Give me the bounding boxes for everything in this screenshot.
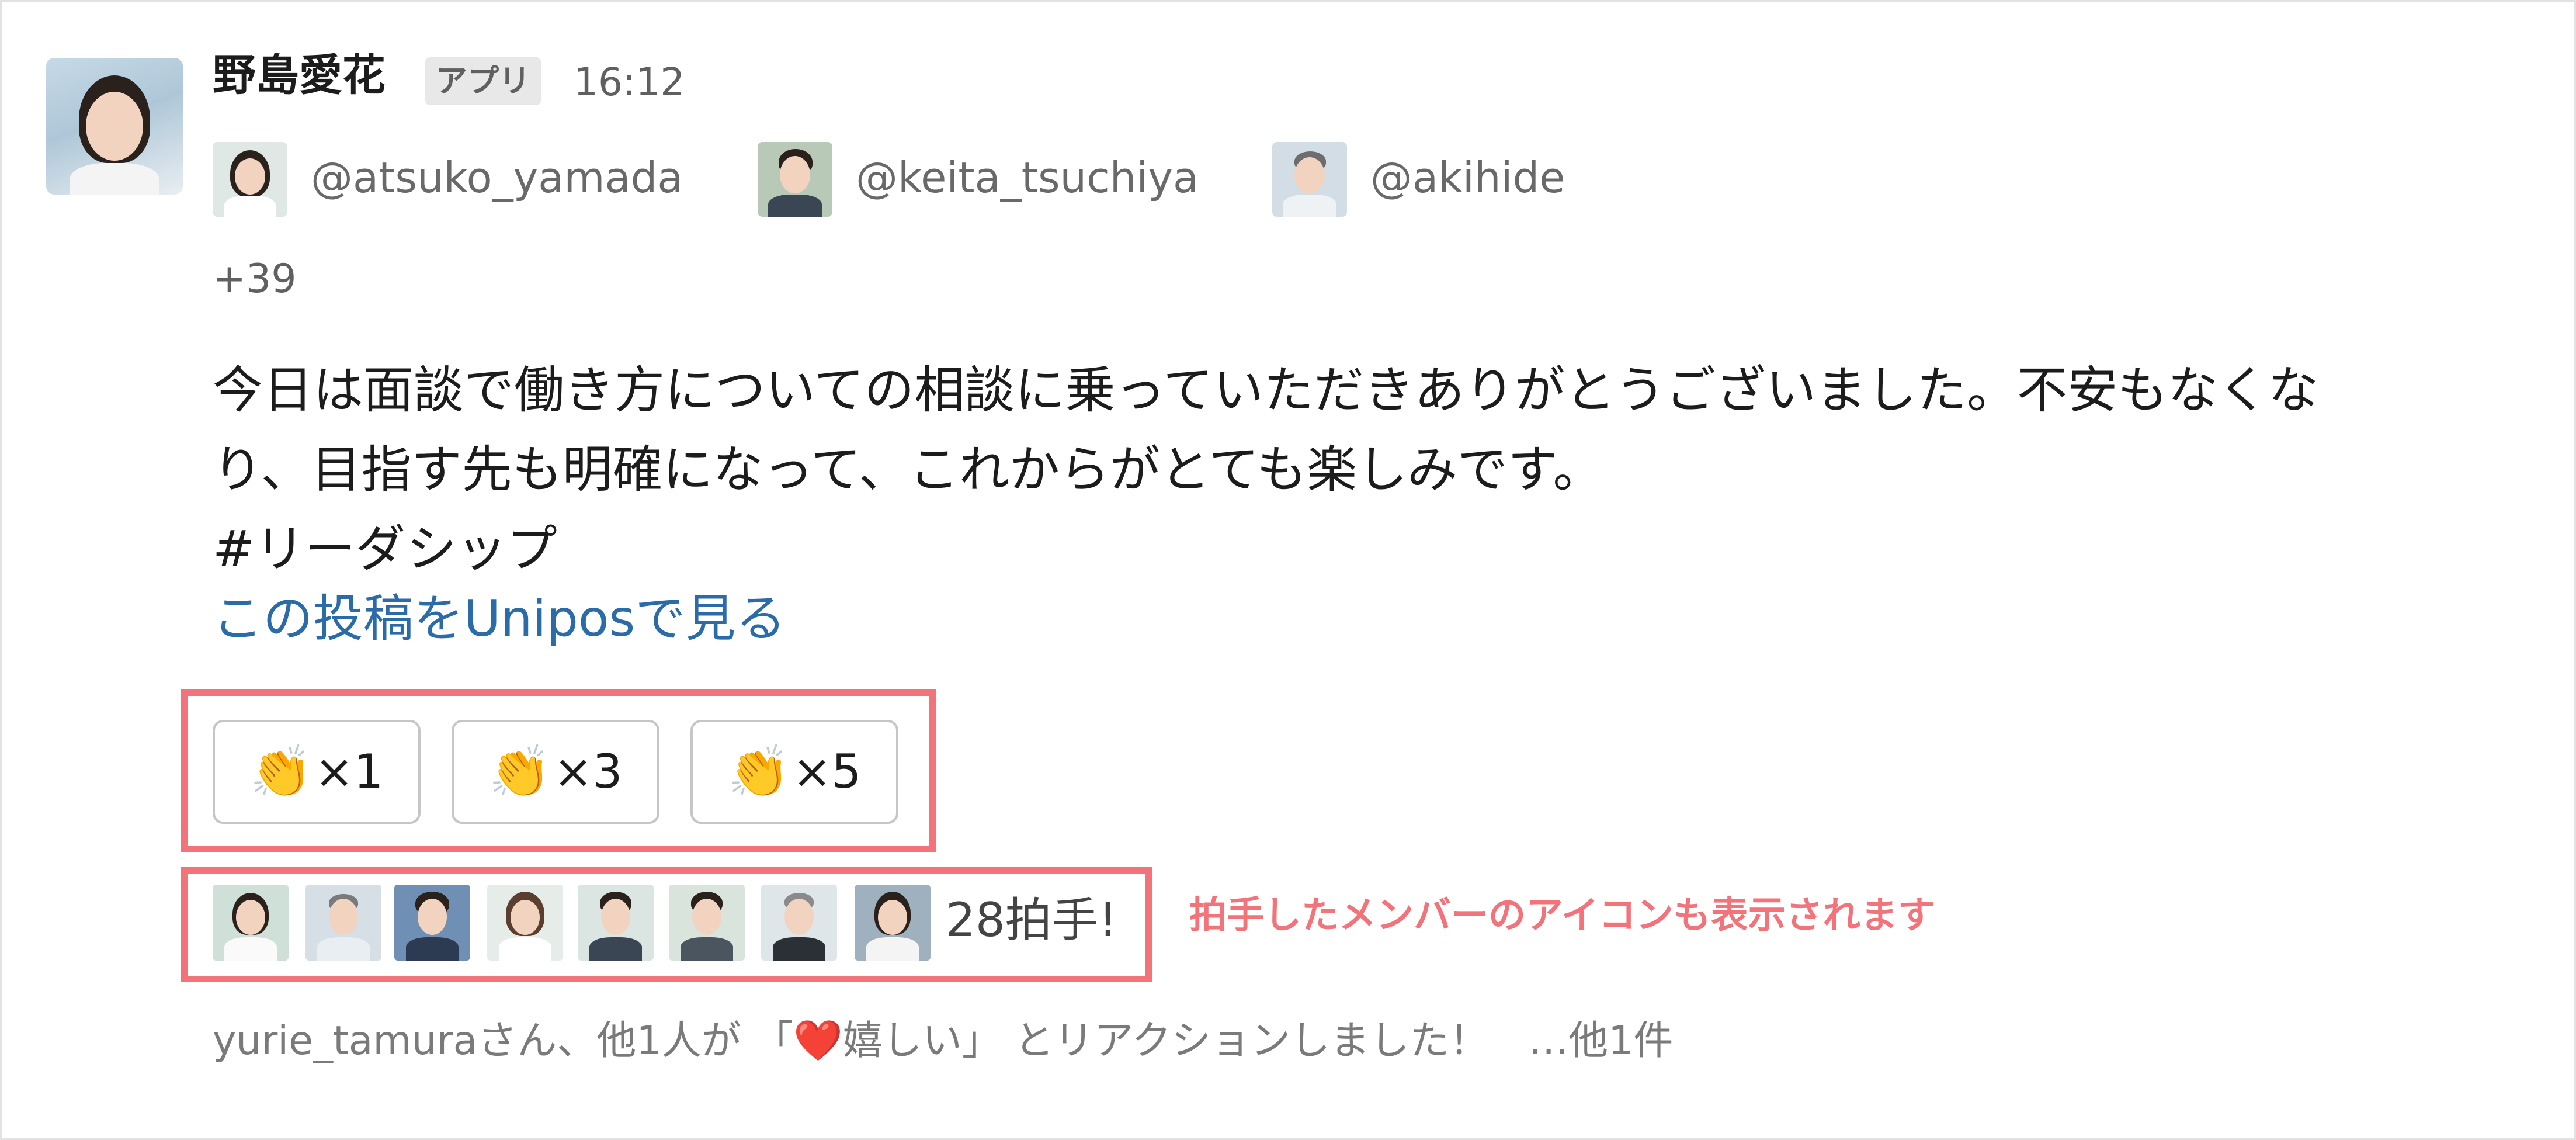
clap-x3-button[interactable]: 👏 ×3: [452, 720, 659, 824]
avatar-woman-glasses-icon: [213, 142, 287, 217]
clapper-avatar[interactable]: [669, 885, 745, 961]
message-text-line: り、目指す先も明確になって、これからがとても楽しみです。: [213, 441, 1603, 499]
clap-icon: 👏: [488, 743, 551, 801]
clapper-avatar[interactable]: [761, 885, 837, 961]
clapper-avatar[interactable]: [394, 885, 470, 961]
clapper-avatar[interactable]: [487, 885, 563, 961]
message-text: 今日は面談で働き方についての相談に乗っていただきありがとうございました。不安もな…: [213, 351, 2491, 589]
avatar-man-glasses-icon: [1272, 142, 1347, 217]
avatar-man-icon: [758, 142, 832, 217]
clap-count-label: ×3: [553, 744, 623, 799]
clap-total-count: 28拍手!: [946, 893, 1117, 947]
clap-x1-button[interactable]: 👏 ×1: [213, 720, 421, 824]
heart-icon: ❤️: [793, 1018, 843, 1064]
more-recipients[interactable]: +39: [213, 259, 297, 299]
sender-avatar[interactable]: [46, 58, 183, 195]
clap-icon: 👏: [727, 743, 790, 801]
clapper-avatar[interactable]: [305, 885, 381, 961]
reaction-summary[interactable]: yurie_tamuraさん、他1人が 「❤️嬉しい」 とリアクションしました！…: [213, 1021, 1673, 1061]
sender-name[interactable]: 野島愛花: [213, 54, 386, 97]
clapper-avatar[interactable]: [213, 885, 289, 961]
clapper-avatar[interactable]: [578, 885, 654, 961]
reaction-text-after: 嬉しい」 とリアクションしました！ …他1件: [842, 1018, 1674, 1064]
view-in-unipos-link[interactable]: この投稿をUniposで見る: [213, 589, 786, 649]
mention-handle: @akihide: [1370, 153, 1565, 202]
timestamp[interactable]: 16:12: [574, 63, 685, 102]
mention-handle: @keita_tsuchiya: [856, 153, 1199, 202]
clap-count-label: ×5: [792, 744, 862, 799]
clap-x5-button[interactable]: 👏 ×5: [690, 720, 898, 824]
clap-count-label: ×1: [314, 744, 384, 799]
app-badge: アプリ: [425, 57, 541, 105]
hashtag[interactable]: #リーダシップ: [213, 510, 2491, 589]
reaction-text-before: yurie_tamuraさん、他1人が 「: [213, 1018, 794, 1064]
message-text-line: 今日は面談で働き方についての相談に乗っていただきありがとうございました。不安もな…: [213, 361, 2319, 420]
annotation-note: 拍手したメンバーのアイコンも表示されます: [1189, 894, 1935, 937]
mention-handle: @atsuko_yamada: [311, 153, 683, 202]
clapper-avatar[interactable]: [855, 885, 931, 961]
clap-icon: 👏: [249, 743, 313, 801]
